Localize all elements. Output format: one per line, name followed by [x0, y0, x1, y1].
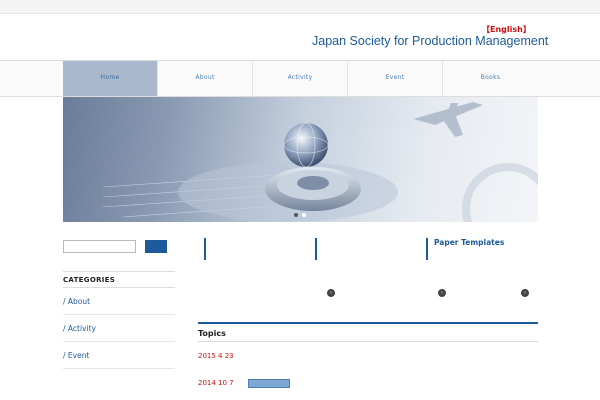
nav-item-books[interactable]: Books	[443, 61, 538, 96]
topic-category-badge[interactable]	[248, 379, 290, 388]
info-box-title[interactable]	[315, 238, 418, 260]
categories-heading: CATEGORIES	[63, 271, 175, 288]
topic-date: 2014 10 7	[198, 379, 234, 387]
nav-item-about[interactable]: About	[158, 61, 253, 96]
nav-item-home[interactable]: Home	[63, 61, 158, 96]
hero-image	[102, 102, 538, 222]
category-label-en: / Event	[63, 351, 90, 360]
topic-date: 2015 4 23	[198, 352, 234, 360]
topics-heading: Topics	[198, 322, 538, 342]
category-item-4[interactable]	[63, 370, 175, 396]
info-box-3: Paper Templates ›	[426, 236, 529, 299]
more-link[interactable]: ›	[519, 289, 529, 297]
search-form	[63, 239, 171, 254]
category-event[interactable]: / Event	[63, 343, 175, 369]
nav-label-en: Home	[100, 74, 120, 81]
global-nav: Home About Activity Event Books	[63, 61, 538, 96]
category-label-en: / Activity	[63, 324, 96, 333]
site-header: 【English】 Japan Society for Production M…	[0, 14, 600, 61]
english-site-title: Japan Society for Production Management	[312, 34, 549, 48]
category-activity[interactable]: / Activity	[63, 316, 175, 342]
nav-item-event[interactable]: Event	[348, 61, 443, 96]
nav-item-activity[interactable]: Activity	[253, 61, 348, 96]
slider-dot-2[interactable]	[302, 213, 306, 217]
nav-label-en: Activity	[287, 74, 313, 81]
slider-dot-1[interactable]	[294, 213, 298, 217]
english-link-label: English	[490, 25, 523, 34]
nav-label-en: Books	[480, 74, 501, 81]
global-nav-bar: Home About Activity Event Books	[0, 60, 600, 97]
category-about[interactable]: / About	[63, 289, 175, 315]
search-input[interactable]	[63, 240, 136, 253]
hero-slider	[63, 97, 538, 222]
nav-label-en: Event	[385, 74, 405, 81]
info-box-2: ›	[315, 236, 446, 299]
info-box-title[interactable]	[204, 238, 307, 260]
info-box-title[interactable]: Paper Templates	[426, 238, 529, 260]
top-tagline-bar	[0, 0, 600, 14]
airplane-graphic	[413, 102, 483, 137]
search-button[interactable]	[145, 240, 167, 253]
category-label-en: / About	[63, 297, 91, 306]
arrow-right-icon: ›	[521, 289, 529, 297]
nav-label-en: About	[195, 74, 215, 81]
globe-graphic	[284, 123, 328, 167]
info-box-1: ›	[204, 236, 335, 299]
gear-graphic	[265, 167, 361, 211]
